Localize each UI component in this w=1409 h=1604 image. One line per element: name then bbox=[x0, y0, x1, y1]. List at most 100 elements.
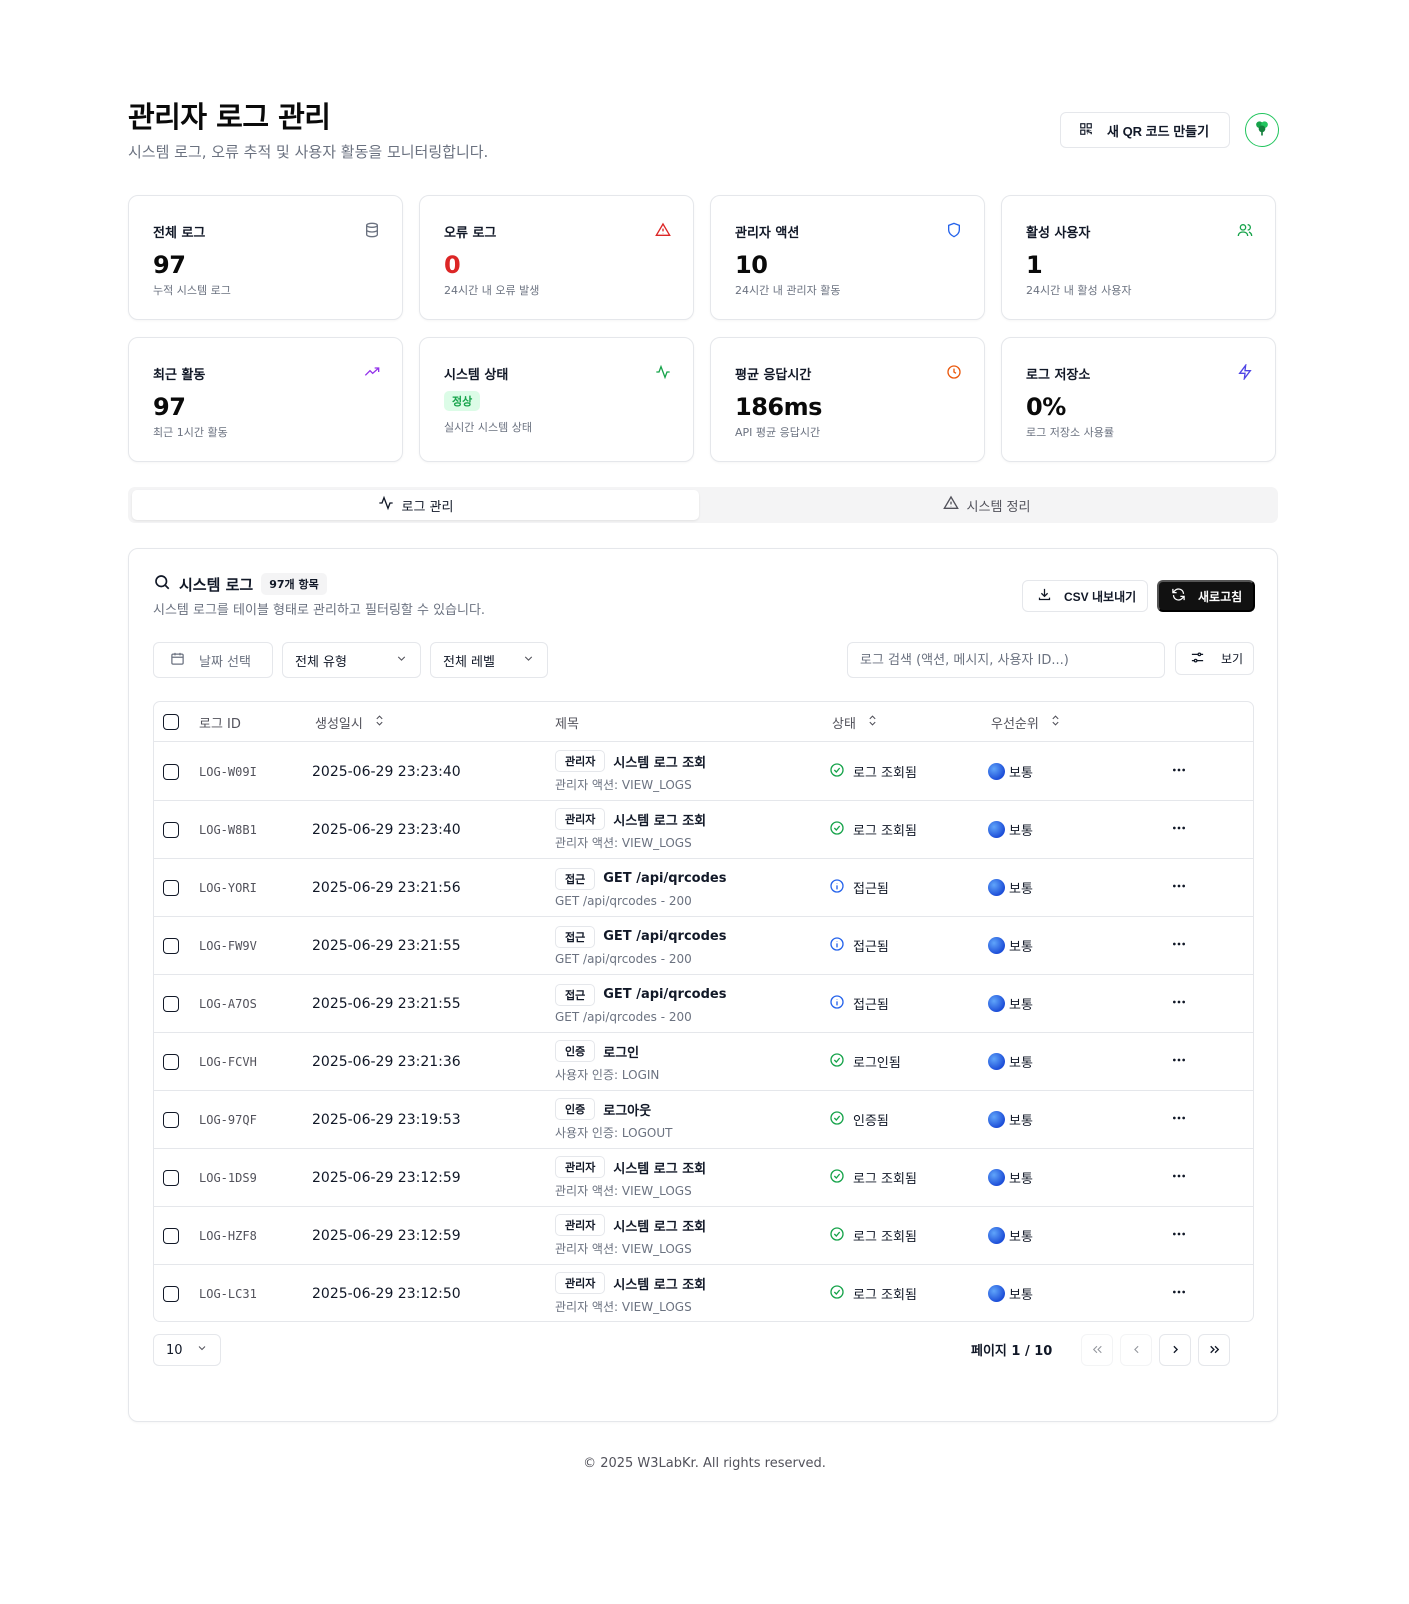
table-row[interactable]: LOG-97QF 2025-06-29 23:19:53 인증 로그아웃 사용자 인증:… bbox=[154, 1090, 1253, 1149]
priority-cell: 보통 bbox=[988, 974, 1033, 1033]
system-logs-panel: 시스템 로그 97개 항목 시스템 로그를 테이블 형태로 관리하고 필터링할 … bbox=[128, 548, 1278, 1422]
page-info: 페이지 1 / 10 bbox=[971, 1344, 1053, 1359]
chevron-down-icon bbox=[196, 1342, 208, 1358]
row-checkbox[interactable] bbox=[163, 1169, 179, 1186]
category-tag: 접근 bbox=[555, 983, 596, 1006]
type-filter-select[interactable]: 전체 유형 bbox=[282, 642, 421, 678]
table-row[interactable]: LOG-W8B1 2025-06-29 23:23:40 관리자 시스템 로그 조회 관… bbox=[154, 800, 1253, 859]
blue-circle-icon bbox=[988, 1053, 1005, 1070]
log-subtitle: 관리자 액션: VIEW_LOGS bbox=[555, 1242, 692, 1256]
chevrons-left-icon bbox=[1091, 1341, 1104, 1360]
next-page-button[interactable] bbox=[1159, 1334, 1191, 1366]
new-qr-code-label: 새 QR 코드 만들기 bbox=[1107, 123, 1210, 139]
stat-card-error-logs: 오류 로그 0 24시간 내 오류 발생 bbox=[419, 195, 694, 320]
activity-icon bbox=[378, 495, 394, 515]
row-actions-button[interactable] bbox=[1171, 916, 1187, 975]
csv-export-button[interactable]: CSV 내보내기 bbox=[1022, 580, 1148, 612]
priority-cell: 보통 bbox=[988, 1264, 1033, 1321]
tab-log-management[interactable]: 로그 관리 bbox=[132, 490, 699, 520]
priority-text: 보통 bbox=[1009, 766, 1033, 781]
check-circle-icon bbox=[829, 1110, 845, 1130]
row-actions-button[interactable] bbox=[1171, 858, 1187, 917]
log-subtitle: 관리자 액션: VIEW_LOGS bbox=[555, 836, 692, 850]
page-size-select[interactable]: 10 bbox=[153, 1334, 221, 1366]
category-tag: 관리자 bbox=[555, 808, 606, 830]
table-row[interactable]: LOG-FW9V 2025-06-29 23:21:55 접근 GET /api/qr… bbox=[154, 916, 1253, 975]
refresh-label: 새로고침 bbox=[1198, 589, 1243, 604]
row-checkbox[interactable] bbox=[163, 1111, 179, 1128]
status-text: 접근됨 bbox=[853, 940, 889, 955]
row-checkbox[interactable] bbox=[163, 821, 179, 838]
trending-up-icon bbox=[364, 364, 380, 380]
row-actions-button[interactable] bbox=[1171, 1032, 1187, 1091]
priority-cell: 보통 bbox=[988, 800, 1033, 859]
table-row[interactable]: LOG-W09I 2025-06-29 23:23:40 관리자 시스템 로그 조회 관… bbox=[154, 742, 1253, 801]
row-actions-button[interactable] bbox=[1171, 974, 1187, 1033]
last-page-button[interactable] bbox=[1198, 1334, 1230, 1366]
row-checkbox[interactable] bbox=[163, 1285, 179, 1302]
status-text: 인증됨 bbox=[853, 1114, 889, 1129]
row-checkbox[interactable] bbox=[163, 1227, 179, 1244]
row-actions-button[interactable] bbox=[1171, 1090, 1187, 1149]
level-filter-select[interactable]: 전체 레벨 bbox=[430, 642, 548, 678]
stat-desc: 실시간 시스템 상태 bbox=[444, 421, 532, 434]
log-search-input[interactable] bbox=[847, 642, 1165, 678]
stat-value: 0% bbox=[1026, 393, 1066, 421]
more-horizontal-icon bbox=[1171, 1226, 1187, 1246]
row-actions-button[interactable] bbox=[1171, 1206, 1187, 1265]
select-all-checkbox[interactable] bbox=[163, 714, 179, 730]
logs-table: 로그 ID 생성일시 제목 상태 우선순위 LOG-W09I 2025-06-29… bbox=[153, 701, 1254, 1322]
stat-label: 오류 로그 bbox=[444, 226, 497, 241]
table-row[interactable]: LOG-A7OS 2025-06-29 23:21:55 접근 GET /api/qr… bbox=[154, 974, 1253, 1033]
stat-label: 로그 저장소 bbox=[1026, 368, 1091, 383]
column-created-at-sort[interactable]: 생성일시 bbox=[315, 702, 386, 742]
table-row[interactable]: LOG-HZF8 2025-06-29 23:12:59 관리자 시스템 로그 조회 관… bbox=[154, 1206, 1253, 1265]
refresh-button[interactable]: 새로고침 bbox=[1157, 580, 1255, 612]
stat-label: 평균 응답시간 bbox=[735, 368, 812, 383]
avatar[interactable] bbox=[1245, 113, 1279, 147]
status-cell: 접근됨 bbox=[829, 916, 889, 975]
log-id: LOG-97QF bbox=[199, 1112, 257, 1127]
new-qr-code-button[interactable]: 새 QR 코드 만들기 bbox=[1060, 112, 1230, 148]
row-checkbox[interactable] bbox=[163, 879, 179, 896]
table-row[interactable]: LOG-LC31 2025-06-29 23:12:50 관리자 시스템 로그 조회 관… bbox=[154, 1264, 1253, 1321]
row-actions-button[interactable] bbox=[1171, 742, 1187, 801]
category-tag: 인증 bbox=[555, 1098, 596, 1120]
search-icon bbox=[153, 573, 171, 595]
row-checkbox[interactable] bbox=[163, 995, 179, 1012]
stat-card-system-status: 시스템 상태 정상 실시간 시스템 상태 bbox=[419, 337, 694, 462]
column-priority-sort[interactable]: 우선순위 bbox=[991, 702, 1062, 742]
more-horizontal-icon bbox=[1171, 1110, 1187, 1130]
priority-text: 보통 bbox=[1009, 1056, 1033, 1071]
status-cell: 접근됨 bbox=[829, 974, 889, 1033]
blue-circle-icon bbox=[988, 937, 1005, 954]
log-title-cell: 관리자 시스템 로그 조회 관리자 액션: VIEW_LOGS bbox=[555, 1264, 706, 1321]
info-icon bbox=[829, 994, 845, 1014]
log-title-cell: 인증 로그아웃 사용자 인증: LOGOUT bbox=[555, 1090, 672, 1149]
status-cell: 로그 조회됨 bbox=[829, 1206, 917, 1265]
more-horizontal-icon bbox=[1171, 762, 1187, 782]
created-at: 2025-06-29 23:12:59 bbox=[312, 1169, 461, 1186]
log-title: 시스템 로그 조회 bbox=[613, 813, 707, 829]
table-row[interactable]: LOG-YORI 2025-06-29 23:21:56 접근 GET /api/qr… bbox=[154, 858, 1253, 917]
tab-system-cleanup[interactable]: 시스템 정리 bbox=[699, 490, 1274, 520]
stat-card-recent-activity: 최근 활동 97 최근 1시간 활동 bbox=[128, 337, 403, 462]
priority-cell: 보통 bbox=[988, 1032, 1033, 1091]
row-checkbox[interactable] bbox=[163, 1053, 179, 1070]
column-status-sort[interactable]: 상태 bbox=[832, 702, 879, 742]
row-actions-button[interactable] bbox=[1171, 800, 1187, 859]
first-page-button[interactable] bbox=[1081, 1334, 1113, 1366]
sort-icon bbox=[866, 714, 879, 731]
view-options-button[interactable]: 보기 bbox=[1175, 642, 1254, 675]
table-row[interactable]: LOG-FCVH 2025-06-29 23:21:36 인증 로그인 사용자 인증: … bbox=[154, 1032, 1253, 1091]
date-picker[interactable]: 날짜 선택 bbox=[153, 642, 273, 678]
download-icon bbox=[1037, 587, 1052, 605]
row-checkbox[interactable] bbox=[163, 937, 179, 954]
table-row[interactable]: LOG-1DS9 2025-06-29 23:12:59 관리자 시스템 로그 조회 관… bbox=[154, 1148, 1253, 1207]
row-actions-button[interactable] bbox=[1171, 1264, 1187, 1321]
prev-page-button[interactable] bbox=[1120, 1334, 1152, 1366]
row-actions-button[interactable] bbox=[1171, 1148, 1187, 1207]
table-header: 로그 ID 생성일시 제목 상태 우선순위 bbox=[154, 702, 1253, 742]
count-badge: 97개 항목 bbox=[261, 573, 327, 595]
row-checkbox[interactable] bbox=[163, 763, 179, 780]
